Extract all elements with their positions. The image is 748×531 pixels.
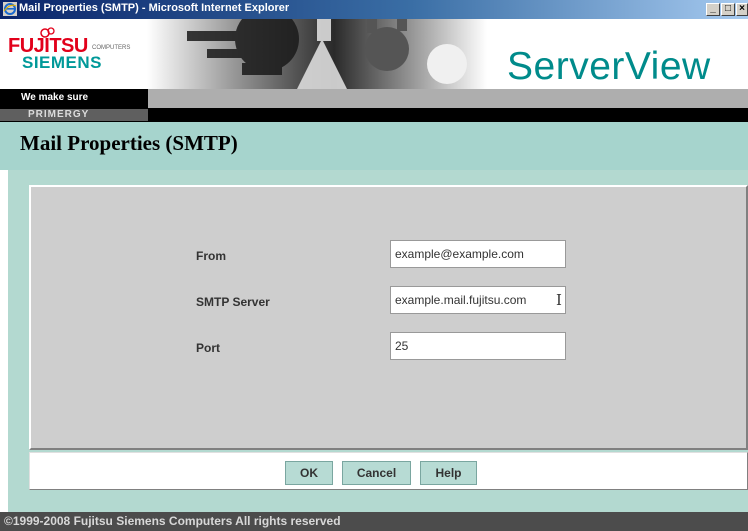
footer-bar: ©1999-2008 Fujitsu Siemens Computers All…	[0, 512, 748, 531]
nav-bar	[148, 89, 748, 108]
minimize-button[interactable]: _	[706, 3, 720, 16]
port-label: Port	[196, 341, 220, 355]
from-label: From	[196, 249, 226, 263]
ok-button[interactable]: OK	[285, 461, 333, 485]
copyright-text: ©1999-2008 Fujitsu Siemens Computers All…	[4, 514, 341, 528]
ibeam-cursor-icon: I	[556, 291, 562, 309]
smtp-form-panel: From SMTP Server I Port	[29, 185, 748, 450]
port-input[interactable]	[390, 332, 566, 360]
tagline-bar: We make sure	[0, 89, 148, 108]
logo-siemens-text: SIEMENS	[22, 53, 103, 72]
smtp-server-label: SMTP Server	[196, 295, 270, 309]
tagline: We make sure	[21, 92, 89, 103]
window-title-bar[interactable]: Mail Properties (SMTP) - Microsoft Inter…	[0, 0, 748, 19]
section-label: PRIMERGY	[0, 109, 148, 121]
header-banner: FUJITSU COMPUTERS SIEMENS ServerView	[0, 19, 748, 89]
close-button[interactable]: ×	[736, 3, 748, 16]
from-input[interactable]	[390, 240, 566, 268]
section-bar: PRIMERGY	[0, 108, 748, 122]
button-panel: OK Cancel Help	[29, 452, 748, 490]
ie-icon	[3, 2, 17, 16]
cancel-button[interactable]: Cancel	[342, 461, 411, 485]
window-title: Mail Properties (SMTP) - Microsoft Inter…	[19, 2, 290, 14]
maximize-button[interactable]: □	[721, 3, 735, 16]
product-name: ServerView	[507, 45, 711, 88]
page-title: Mail Properties (SMTP)	[20, 131, 238, 155]
content-area: From SMTP Server I Port OK Cancel Help	[8, 170, 748, 512]
smtp-server-input[interactable]	[390, 286, 566, 314]
fujitsu-siemens-logo: FUJITSU COMPUTERS SIEMENS	[8, 27, 140, 73]
logo-computers-text: COMPUTERS	[92, 45, 131, 51]
help-button[interactable]: Help	[420, 461, 477, 485]
gears-banner-graphic	[147, 19, 487, 89]
